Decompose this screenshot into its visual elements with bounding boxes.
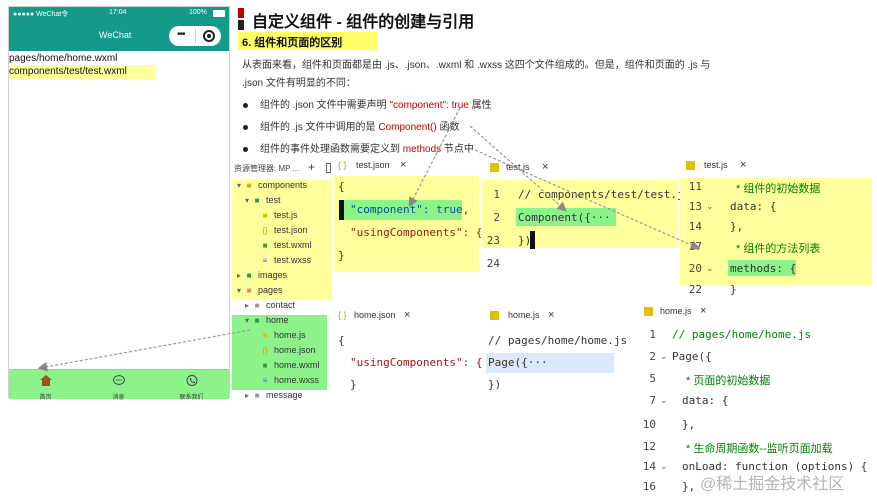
arrow-to-methods bbox=[474, 149, 701, 250]
watermark: @稀土掘金技术社区 bbox=[700, 476, 845, 493]
arrow-to-component-call bbox=[469, 125, 567, 212]
arrow-to-component-true bbox=[408, 107, 461, 208]
connector-arrows bbox=[37, 107, 701, 372]
arrow-to-home-page bbox=[37, 329, 251, 372]
